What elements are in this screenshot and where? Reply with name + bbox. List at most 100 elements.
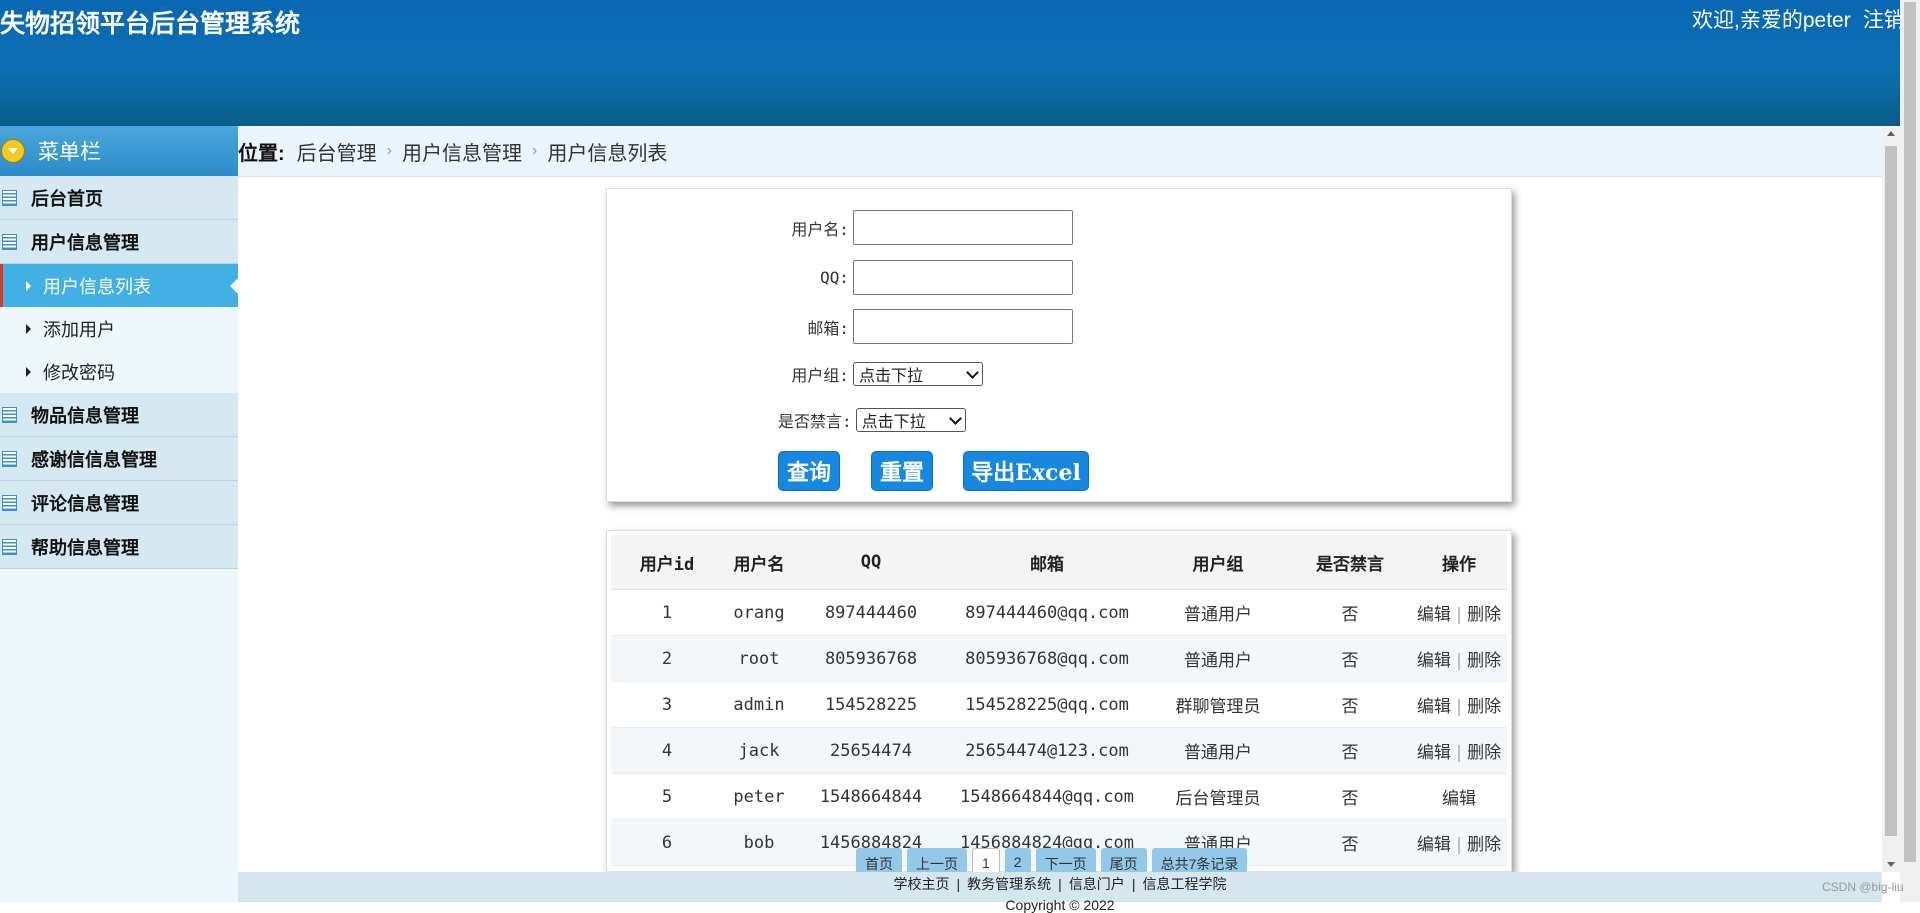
breadcrumb-item[interactable]: 用户信息管理 xyxy=(402,137,522,166)
page-scrollbar[interactable] xyxy=(1900,0,1920,902)
cell-username: peter xyxy=(723,773,795,820)
cell-id: 3 xyxy=(611,681,723,728)
column-header: 用户组 xyxy=(1147,535,1289,590)
export-excel-button[interactable]: 导出Excel xyxy=(963,451,1089,491)
user-group-select[interactable]: 点击下拉 xyxy=(853,362,983,386)
footer-link[interactable]: 信息门户 xyxy=(1069,876,1125,892)
delete-link[interactable]: 删除 xyxy=(1467,743,1501,763)
scroll-up-arrow-icon[interactable] xyxy=(1887,131,1895,136)
edit-link[interactable]: 编辑 xyxy=(1417,835,1451,855)
menu-item-label: 添加用户 xyxy=(43,319,115,340)
qq-label: QQ: xyxy=(820,268,849,287)
email-label: 邮箱: xyxy=(807,318,849,338)
qq-row: QQ: xyxy=(771,260,1073,295)
delete-link[interactable]: 删除 xyxy=(1467,651,1501,671)
welcome-text: 欢迎,亲爱的peter xyxy=(1692,9,1851,32)
edit-link[interactable]: 编辑 xyxy=(1417,651,1451,671)
table-row: 4 jack 25654474 25654474@123.com 普通用户 否 … xyxy=(611,727,1507,774)
caret-right-icon xyxy=(26,323,31,334)
menu-group-label: 感谢信信息管理 xyxy=(31,449,157,470)
banned-select[interactable]: 点击下拉 xyxy=(855,408,966,432)
menu-item-change-password[interactable]: 修改密码 xyxy=(0,350,238,393)
footer-separator: | xyxy=(956,876,961,892)
cell-group: 普通用户 xyxy=(1147,589,1289,636)
menu-group-comment-management[interactable]: 评论信息管理 xyxy=(0,481,238,525)
menu-item-add-user[interactable]: 添加用户 xyxy=(0,307,238,350)
menu-item-user-list[interactable]: 用户信息列表 xyxy=(0,264,238,307)
cell-username: root xyxy=(723,635,795,682)
footer-link[interactable]: 学校主页 xyxy=(894,876,950,892)
menu-group-home[interactable]: 后台首页 xyxy=(0,176,238,220)
table-row: 5 peter 1548664844 1548664844@qq.com 后台管… xyxy=(611,773,1507,820)
cell-banned: 否 xyxy=(1289,819,1411,866)
app-title: 失物招领平台后台管理系统 xyxy=(0,10,301,38)
welcome-area: 欢迎,亲爱的peter 注销 xyxy=(1692,4,1905,34)
table-header-row: 用户id 用户名 QQ 邮箱 用户组 是否禁言 操作 xyxy=(611,535,1507,590)
column-header: 用户id xyxy=(611,535,723,590)
menu-group-thanks-management[interactable]: 感谢信信息管理 xyxy=(0,437,238,481)
menu-group-help-management[interactable]: 帮助信息管理 xyxy=(0,525,238,569)
breadcrumb-separator-icon: › xyxy=(386,142,392,159)
edit-link[interactable]: 编辑 xyxy=(1417,605,1451,625)
query-button[interactable]: 查询 xyxy=(778,451,840,491)
cell-id: 6 xyxy=(611,819,723,866)
top-header: 失物招领平台后台管理系统 欢迎,亲爱的peter 注销 xyxy=(0,0,1905,126)
column-header: 是否禁言 xyxy=(1289,535,1411,590)
cell-actions: 编辑 | 删除 xyxy=(1411,681,1507,728)
user-table: 用户id 用户名 QQ 邮箱 用户组 是否禁言 操作 1 orang 89744… xyxy=(611,535,1507,866)
breadcrumb-item[interactable]: 后台管理 xyxy=(297,137,377,166)
page-scroll-thumb[interactable] xyxy=(1904,2,1916,862)
footer-link[interactable]: 教务管理系统 xyxy=(967,876,1051,892)
cell-actions: 编辑 | 删除 xyxy=(1411,589,1507,636)
action-separator: | xyxy=(1453,605,1465,625)
menu-item-label: 修改密码 xyxy=(43,362,115,383)
user-table-panel: 用户id 用户名 QQ 邮箱 用户组 是否禁言 操作 1 orang 89744… xyxy=(606,530,1512,872)
user-group-select-value: 点击下拉 xyxy=(859,366,924,385)
cell-id: 5 xyxy=(611,773,723,820)
qq-input[interactable] xyxy=(853,260,1073,295)
menu-group-label: 帮助信息管理 xyxy=(31,537,139,558)
delete-link[interactable]: 删除 xyxy=(1467,835,1501,855)
cell-group: 普通用户 xyxy=(1147,635,1289,682)
email-input[interactable] xyxy=(853,309,1073,344)
breadcrumb-item-current: 用户信息列表 xyxy=(547,142,668,165)
list-icon xyxy=(2,494,17,511)
content-scroll-thumb[interactable] xyxy=(1885,146,1897,836)
cell-qq: 897444460 xyxy=(795,589,947,636)
list-icon xyxy=(2,406,17,423)
edit-link[interactable]: 编辑 xyxy=(1442,789,1476,809)
edit-link[interactable]: 编辑 xyxy=(1417,697,1451,717)
scroll-down-arrow-icon[interactable] xyxy=(1887,862,1895,867)
footer-copyright: Copyright © 2022 xyxy=(1005,897,1115,913)
table-row: 2 root 805936768 805936768@qq.com 普通用户 否… xyxy=(611,635,1507,682)
action-separator: | xyxy=(1453,697,1465,717)
reset-button[interactable]: 重置 xyxy=(871,451,933,491)
logout-link[interactable]: 注销 xyxy=(1863,9,1905,32)
menu-group-label: 后台首页 xyxy=(31,188,103,209)
banned-select-value: 点击下拉 xyxy=(861,412,926,431)
breadcrumb-separator-icon: › xyxy=(532,142,538,159)
cell-banned: 否 xyxy=(1289,727,1411,774)
cell-email: 1548664844@qq.com xyxy=(947,773,1147,820)
chevron-down-icon xyxy=(966,365,979,379)
email-row: 邮箱: xyxy=(771,309,1073,344)
caret-right-icon xyxy=(26,280,31,291)
content-scrollbar[interactable] xyxy=(1882,126,1900,872)
cell-group: 普通用户 xyxy=(1147,727,1289,774)
username-input[interactable] xyxy=(853,210,1073,245)
edit-link[interactable]: 编辑 xyxy=(1417,743,1451,763)
collapse-toggle-icon[interactable] xyxy=(1,139,25,163)
banned-row: 是否禁言: 点击下拉 xyxy=(778,408,966,432)
chevron-down-icon xyxy=(948,411,962,425)
action-separator: | xyxy=(1453,743,1465,763)
footer-link[interactable]: 信息工程学院 xyxy=(1142,876,1226,892)
delete-link[interactable]: 删除 xyxy=(1467,697,1501,717)
delete-link[interactable]: 删除 xyxy=(1467,605,1501,625)
cell-actions: 编辑 | 删除 xyxy=(1411,635,1507,682)
cell-banned: 否 xyxy=(1289,635,1411,682)
menu-header[interactable]: 菜单栏 xyxy=(0,126,238,176)
cell-username: admin xyxy=(723,681,795,728)
sidebar: 菜单栏 后台首页 用户信息管理 用户信息列表 添加用户 修改密码 物品信息管理 … xyxy=(0,126,238,902)
menu-group-item-management[interactable]: 物品信息管理 xyxy=(0,393,238,437)
menu-group-user-management[interactable]: 用户信息管理 xyxy=(0,220,238,264)
